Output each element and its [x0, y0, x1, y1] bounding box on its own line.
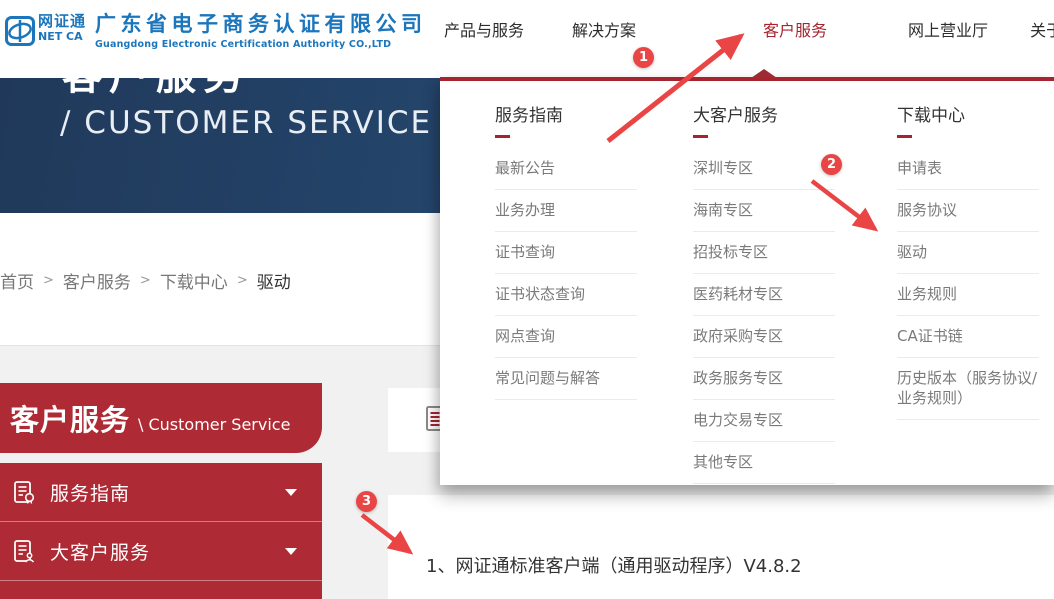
megamenu-item[interactable]: 海南专区 — [693, 190, 835, 232]
megamenu-list-key-accounts: 深圳专区海南专区招投标专区医药耗材专区政府采购专区政务服务专区电力交易专区其他专… — [693, 148, 835, 484]
breadcrumb-link[interactable]: 首页 — [0, 268, 34, 293]
nav-item[interactable]: 客户服务 — [763, 17, 827, 41]
breadcrumb-link[interactable]: 下载中心 — [160, 268, 228, 293]
chevron-down-icon — [285, 548, 297, 555]
megamenu-item[interactable]: 政务服务专区 — [693, 358, 835, 400]
title-underline — [693, 135, 708, 138]
annotation-step-1: 1 — [633, 47, 654, 68]
dropdown-caret — [751, 69, 777, 78]
title-underline — [495, 135, 510, 138]
megamenu-item[interactable]: 网点查询 — [495, 316, 637, 358]
breadcrumb-link[interactable]: 驱动 — [257, 268, 291, 293]
chevron-down-icon — [285, 489, 297, 496]
banner-subtitle: / CUSTOMER SERVICE / — [60, 105, 456, 141]
nav-item[interactable]: 网上营业厅 — [908, 17, 988, 41]
megamenu-item[interactable]: 招投标专区 — [693, 232, 835, 274]
doc-seal-icon — [12, 480, 37, 505]
megamenu-list-service-guide: 最新公告业务办理证书查询证书状态查询网点查询常见问题与解答 — [495, 148, 637, 400]
megamenu-item[interactable]: 电力交易专区 — [693, 400, 835, 442]
customer-service-dropdown: 服务指南 最新公告业务办理证书查询证书状态查询网点查询常见问题与解答 大客户服务… — [440, 77, 1054, 485]
megamenu-item[interactable]: 业务规则 — [897, 274, 1039, 316]
megamenu-item[interactable]: 业务办理 — [495, 190, 637, 232]
breadcrumb-link[interactable]: 客户服务 — [63, 268, 131, 293]
doc-user-icon — [12, 539, 37, 564]
sidebar-item-service-guide[interactable]: 服务指南 — [0, 463, 322, 522]
megamenu-item[interactable]: 医药耗材专区 — [693, 274, 835, 316]
megamenu-item[interactable]: 最新公告 — [495, 148, 637, 190]
megamenu-item[interactable]: 驱动 — [897, 232, 1039, 274]
megamenu-item[interactable]: 深圳专区 — [693, 148, 835, 190]
logo-cn-text: 网证通 — [38, 14, 86, 29]
megamenu-title-key-accounts[interactable]: 大客户服务 — [693, 101, 835, 126]
download-item-link[interactable]: 1、网证通标准客户端（通用驱动程序）V4.8.2 — [426, 552, 802, 578]
megamenu-item[interactable]: 政府采购专区 — [693, 316, 835, 358]
site-logo[interactable]: 网证通 NET CA 广东省电子商务认证有限公司 Guangdong Elect… — [5, 14, 427, 50]
megamenu-item[interactable]: 证书查询 — [495, 232, 637, 274]
breadcrumb-separator: > — [237, 273, 248, 288]
nav-item[interactable]: 关于我们 — [1030, 17, 1054, 41]
main-nav: 产品与服务 解决方案 客户服务 网上营业厅 关于我们 — [444, 0, 1054, 78]
sidebar-item-key-accounts[interactable]: 大客户服务 — [0, 522, 322, 581]
sidebar-title: 客户服务 — [10, 397, 130, 439]
annotation-step-2: 2 — [821, 154, 842, 175]
sidebar-header: 客户服务 \ Customer Service — [0, 383, 322, 453]
title-underline — [897, 135, 912, 138]
megamenu-item[interactable]: 证书状态查询 — [495, 274, 637, 316]
sidebar-item-label: 大客户服务 — [50, 538, 150, 565]
download-list-card: 1、网证通标准客户端（通用驱动程序）V4.8.2 — [388, 495, 1054, 599]
sidebar-item-label: 服务指南 — [50, 479, 130, 506]
breadcrumb: 首页 > 客户服务 > 下载中心 > 驱动 — [0, 268, 309, 293]
megamenu-item[interactable]: 其他专区 — [693, 442, 835, 484]
megamenu-item[interactable]: 申请表 — [897, 148, 1039, 190]
megamenu-item[interactable]: CA证书链 — [897, 316, 1039, 358]
megamenu-item[interactable]: 历史版本（服务协议/业务规则） — [897, 358, 1039, 420]
megamenu-title-download-center[interactable]: 下载中心 — [897, 101, 1039, 126]
site-header: 网证通 NET CA 广东省电子商务认证有限公司 Guangdong Elect… — [0, 0, 1054, 78]
company-name-en: Guangdong Electronic Certification Autho… — [95, 40, 427, 50]
annotation-step-3: 3 — [356, 491, 377, 512]
sidebar-subtitle: \ Customer Service — [138, 415, 290, 434]
megamenu-item[interactable]: 常见问题与解答 — [495, 358, 637, 400]
netca-logo-icon — [5, 16, 35, 46]
banner-title: 客户服务 — [62, 78, 250, 96]
megamenu-item[interactable]: 服务协议 — [897, 190, 1039, 232]
sidebar-menu: 服务指南 大客户服务 — [0, 463, 322, 599]
megamenu-title-service-guide[interactable]: 服务指南 — [495, 101, 637, 126]
megamenu-list-download-center: 申请表服务协议驱动业务规则CA证书链历史版本（服务协议/业务规则） — [897, 148, 1039, 420]
breadcrumb-separator: > — [140, 273, 151, 288]
nav-item[interactable]: 产品与服务 — [444, 17, 524, 41]
nav-item[interactable]: 解决方案 — [572, 17, 636, 41]
breadcrumb-separator: > — [43, 273, 54, 288]
logo-en-text: NET CA — [38, 31, 86, 42]
company-name-cn: 广东省电子商务认证有限公司 — [95, 14, 427, 35]
